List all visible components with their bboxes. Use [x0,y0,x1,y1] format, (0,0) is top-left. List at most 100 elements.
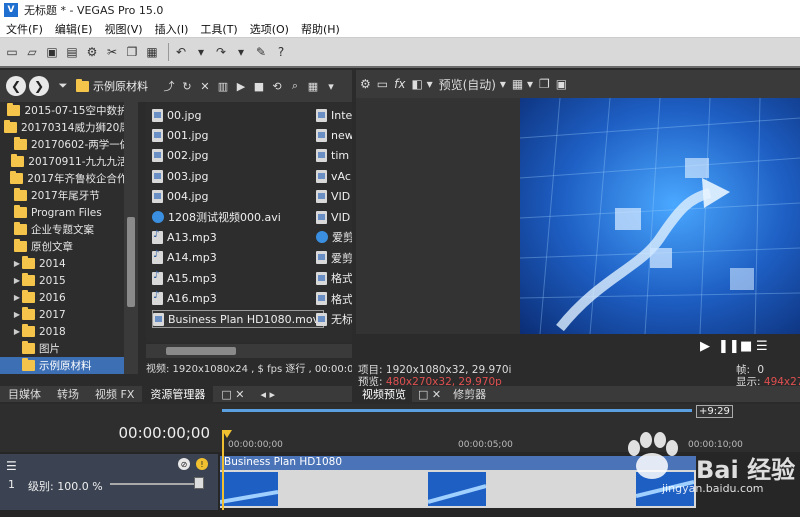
tab-explorer[interactable]: 资源管理器 [142,386,214,402]
folder-tree-item[interactable]: 原创文章 [0,238,138,255]
file-item[interactable]: tim [316,147,349,165]
stop-icon[interactable]: ■ [740,339,752,354]
level-slider-knob[interactable] [194,477,204,489]
file-item[interactable]: 爱剪 [316,249,352,267]
refresh-icon[interactable]: ↻ [180,79,194,93]
redo-icon[interactable]: ↷ [213,44,229,60]
timecode-display[interactable]: 00:00:00;00 [118,424,210,442]
scrollbar-thumb[interactable] [166,347,236,355]
playhead-cursor[interactable] [222,430,224,510]
view-dropdown-icon[interactable]: ▾ [324,79,338,93]
help-icon[interactable]: ? [273,44,289,60]
folder-tree-item[interactable]: Program Files [0,204,138,221]
level-slider-track[interactable] [110,483,196,485]
folder-tree-item[interactable]: 2015-07-15空中数护裙 [0,102,138,119]
menu-view[interactable]: 视图(V) [98,21,148,37]
file-item[interactable]: A15.mp3 [152,269,217,287]
copy-icon[interactable]: ❐ [124,44,140,60]
add-to-project-icon[interactable]: ▥ [216,79,230,93]
stop-icon[interactable]: ■ [252,79,266,93]
properties-gear-icon[interactable]: ⚙ [84,44,100,60]
view-grid-icon[interactable]: ▦ [306,79,320,93]
new-file-icon[interactable]: ▭ [4,44,20,60]
file-item[interactable]: 1208测试视频000.avi [152,208,281,226]
preview-device-icon[interactable]: ▭ [377,76,388,92]
file-item[interactable]: Inte [316,106,352,124]
scrollbar-thumb[interactable] [127,217,135,307]
search-icon[interactable]: ⌕ [288,79,302,93]
paste-icon[interactable]: ▦ [144,44,160,60]
folder-tree-item[interactable]: 20170314威力狮20周年 [0,119,138,136]
history-dropdown-icon[interactable]: ⏷ [56,79,70,93]
folder-tree-item[interactable]: 2017年齐鲁校企合作宣 [0,170,138,187]
file-item[interactable]: vAc [316,167,351,185]
folder-tree-item[interactable]: 20170911-九九九活动 [0,153,138,170]
tab-transitions[interactable]: 转场 [49,386,87,402]
cut-icon[interactable]: ✂ [104,44,120,60]
auto-preview-icon[interactable]: ⟲ [270,79,284,93]
folder-tree-item[interactable]: ▶ 2017 [0,306,138,323]
file-item[interactable]: 002.jpg [152,147,209,165]
open-folder-icon[interactable]: ▱ [24,44,40,60]
folder-tree-item[interactable]: ▶ 2015 [0,272,138,289]
preview-properties-icon[interactable]: ⚙ [360,76,371,92]
expand-arrow-icon[interactable]: ▶ [12,276,22,285]
render-icon[interactable]: ▤ [64,44,80,60]
file-item[interactable]: VID [316,208,350,226]
folder-tree-item[interactable]: ▶ 2016 [0,289,138,306]
tab-scroll-icon[interactable]: ◂ ▸ [252,388,283,401]
file-item[interactable]: VID [316,188,350,206]
folder-tree-item[interactable]: 2017年尾牙节 [0,187,138,204]
folder-tree-item[interactable]: ▶ 2014 [0,255,138,272]
save-snapshot-icon[interactable]: ▣ [556,76,567,92]
file-list-scrollbar[interactable] [146,344,352,358]
menu-insert[interactable]: 插入(I) [149,21,195,37]
file-item[interactable]: 无标 [316,310,352,328]
split-screen-icon[interactable]: ◧ ▾ [411,76,432,92]
video-track-header[interactable]: ☰ 1 ⊘ ! 级别: 100.0 % [0,454,218,510]
up-folder-icon[interactable]: ⤴ [162,79,176,93]
undo-dropdown-icon[interactable]: ▾ [193,44,209,60]
tab-video-preview[interactable]: 视频预览 [356,386,412,402]
file-item[interactable]: 00.jpg [152,106,202,124]
mute-icon[interactable]: ⊘ [178,458,190,470]
tools-icon[interactable]: ✎ [253,44,269,60]
menu-options[interactable]: 选项(O) [244,21,295,37]
file-item[interactable]: A16.mp3 [152,290,217,308]
menu-tools[interactable]: 工具(T) [194,21,243,37]
copy-snapshot-icon[interactable]: ❐ [539,76,550,92]
video-fx-icon[interactable]: fx [394,76,405,92]
menu-file[interactable]: 文件(F) [0,21,49,37]
explorer-path[interactable]: 示例原材料 [76,78,148,94]
pause-icon[interactable]: ❚❚ [718,339,740,354]
tab-project-media[interactable]: 目媒体 [0,386,49,402]
delete-icon[interactable]: ✕ [198,79,212,93]
menu-edit[interactable]: 编辑(E) [49,21,99,37]
expand-arrow-icon[interactable]: ▶ [12,327,22,336]
folder-tree-item[interactable]: 20170602-两学一做 [0,136,138,153]
track-menu-icon[interactable]: ☰ [6,459,17,473]
file-item[interactable]: A13.mp3 [152,228,217,246]
folder-tree-item[interactable]: 图片 [0,340,138,357]
file-item[interactable]: 001.jpg [152,126,209,144]
play-icon[interactable]: ▶ [234,79,248,93]
back-button[interactable]: ❮ [6,76,26,96]
preview-quality-dropdown[interactable]: 预览(自动) ▾ [439,76,506,92]
file-item[interactable]: 003.jpg [152,167,209,185]
preview-menu-icon[interactable]: ☰ [756,339,768,354]
tab-video-fx[interactable]: 视频 FX [87,386,142,402]
loop-region-bar[interactable] [222,409,692,412]
menu-help[interactable]: 帮助(H) [295,21,346,37]
file-item[interactable]: A14.mp3 [152,249,217,267]
play-icon[interactable]: ▶ [700,339,710,354]
overlays-icon[interactable]: ▦ ▾ [512,76,533,92]
file-item[interactable]: new [316,126,352,144]
forward-button[interactable]: ❯ [29,76,49,96]
folder-tree-item[interactable]: 企业专题文案 [0,221,138,238]
file-item[interactable]: 格式 [316,269,352,287]
tab-close-icon[interactable]: □ ✕ [412,388,447,401]
redo-dropdown-icon[interactable]: ▾ [233,44,249,60]
expand-arrow-icon[interactable]: ▶ [12,293,22,302]
folder-tree-item[interactable]: ▶ 2018 [0,323,138,340]
file-item[interactable]: 格式 [316,290,352,308]
